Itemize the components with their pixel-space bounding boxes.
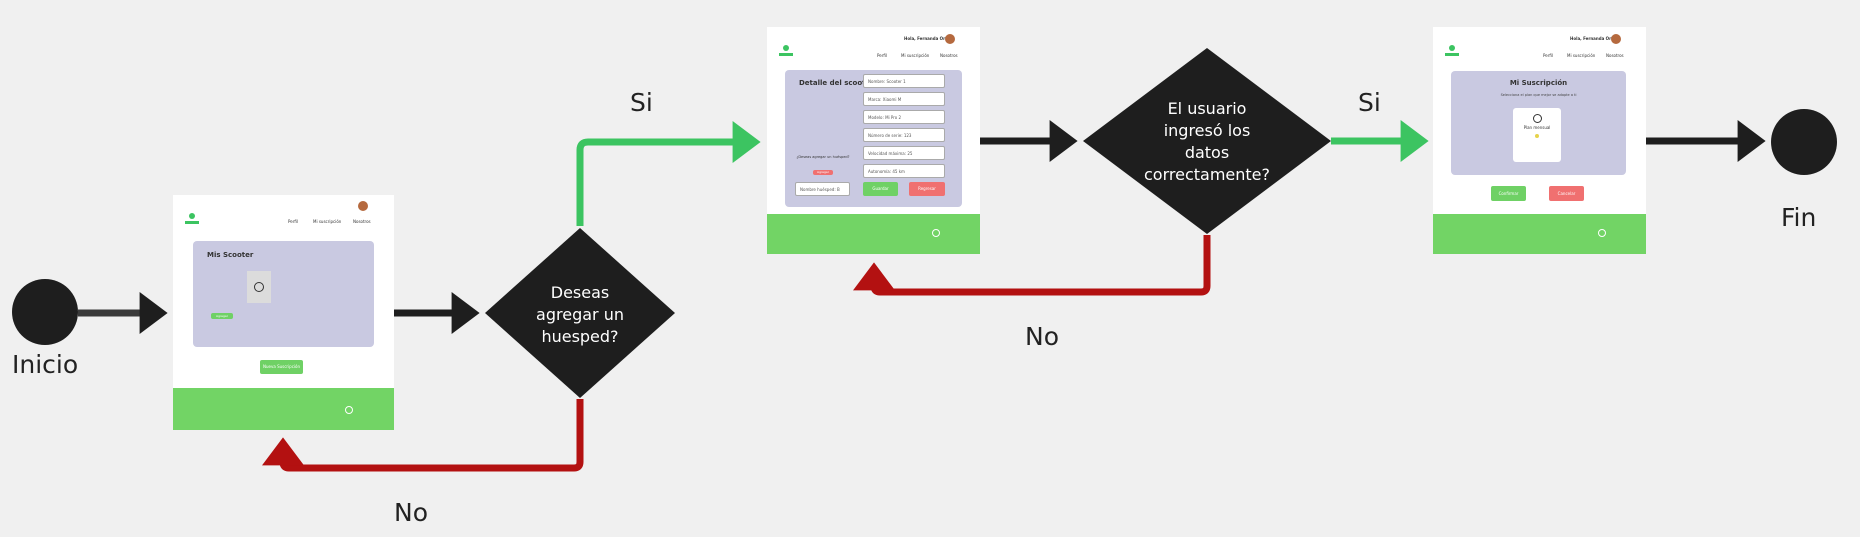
logo xyxy=(779,45,793,57)
field-serial[interactable]: Número de serie: 123 xyxy=(863,128,945,142)
decision-add-guest-text: Deseas agregar un huesped? xyxy=(536,283,624,346)
arrow-yes1 xyxy=(576,121,761,226)
user-greeting: Hola, Fernanda Ortiz xyxy=(904,36,951,41)
end-label: Fin xyxy=(1781,203,1817,232)
nav-subscription[interactable]: Mi suscripción xyxy=(901,53,929,58)
screen-subscription: Hola, Fernanda Ortiz Perfil Mi suscripci… xyxy=(1433,27,1646,254)
avatar[interactable] xyxy=(358,201,368,211)
footer xyxy=(767,214,980,254)
logo xyxy=(185,213,199,225)
guest-add-button[interactable]: Agregar xyxy=(813,170,833,175)
field-range[interactable]: Autonomía: 45 km xyxy=(863,164,945,178)
detail-panel: Detalle del scooter Nombre: Scooter 1 Ma… xyxy=(785,70,962,207)
end-node xyxy=(1771,109,1837,175)
nav-about[interactable]: Nosotros xyxy=(940,53,958,58)
field-brand[interactable]: Marca: Xiaomi M xyxy=(863,92,945,106)
scooter-panel: Mis Scooter Agregar xyxy=(193,241,374,347)
footer xyxy=(1433,214,1646,254)
nav-profile[interactable]: Perfil xyxy=(1543,53,1553,58)
confirm-button[interactable]: Confirmar xyxy=(1491,186,1526,201)
guest-name-field[interactable]: Nombre huésped: B xyxy=(795,182,850,196)
nav-subscription[interactable]: Mi suscripción xyxy=(313,219,341,224)
no-label-2: No xyxy=(1025,322,1059,351)
nav-profile[interactable]: Perfil xyxy=(288,219,298,224)
panel-title: Mis Scooter xyxy=(207,251,254,259)
add-scooter-card[interactable] xyxy=(247,271,271,303)
guest-question: ¿Deseas agregar un huésped? xyxy=(796,155,850,159)
panel-add-button[interactable]: Agregar xyxy=(211,313,233,319)
whatsapp-icon[interactable] xyxy=(345,406,353,414)
nav-profile[interactable]: Perfil xyxy=(877,53,887,58)
no-label-1: No xyxy=(394,498,428,527)
panel-subtitle: Selecciona el plan que mejor se adapte a… xyxy=(1500,93,1577,97)
avatar[interactable] xyxy=(1611,34,1621,44)
panel-title: Mi Suscripción xyxy=(1509,79,1568,87)
start-label: Inicio xyxy=(12,350,79,379)
plan-name: Plan mensual xyxy=(1523,125,1551,130)
screen-my-scooters: Perfil Mi suscripción Nosotros Mis Scoot… xyxy=(173,195,394,430)
save-button[interactable]: Guardar xyxy=(863,182,898,196)
whatsapp-icon[interactable] xyxy=(1598,229,1606,237)
subscription-panel: Mi Suscripción Selecciona el plan que me… xyxy=(1451,71,1626,175)
cancel-button[interactable]: Cancelar xyxy=(1549,186,1584,201)
back-button[interactable]: Regresar xyxy=(909,182,945,196)
add-icon xyxy=(254,282,264,292)
plan-dot xyxy=(1535,134,1539,138)
nav-subscription[interactable]: Mi suscripción xyxy=(1567,53,1595,58)
field-max-speed[interactable]: Velocidad máxima: 25 xyxy=(863,146,945,160)
yes-label-2: Si xyxy=(1358,88,1381,117)
user-greeting: Hola, Fernanda Ortiz xyxy=(1570,36,1617,41)
whatsapp-icon[interactable] xyxy=(932,229,940,237)
footer xyxy=(173,388,394,430)
avatar[interactable] xyxy=(945,34,955,44)
plan-card[interactable]: Plan mensual xyxy=(1513,108,1561,162)
screen-scooter-detail: Hola, Fernanda Ortiz Perfil Mi suscripci… xyxy=(767,27,980,254)
yes-label-1: Si xyxy=(630,88,653,117)
globe-icon xyxy=(1533,114,1542,123)
field-model[interactable]: Modelo: Mi Pro 2 xyxy=(863,110,945,124)
field-name[interactable]: Nombre: Scooter 1 xyxy=(863,74,945,88)
start-node xyxy=(12,279,78,345)
decision-data-correct-text: El usuario ingresó los datos correctamente? xyxy=(1143,99,1270,184)
new-subscription-button[interactable]: Nueva Suscripción xyxy=(260,360,303,374)
nav-about[interactable]: Nosotros xyxy=(1606,53,1624,58)
nav-about[interactable]: Nosotros xyxy=(353,219,371,224)
logo xyxy=(1445,45,1459,57)
